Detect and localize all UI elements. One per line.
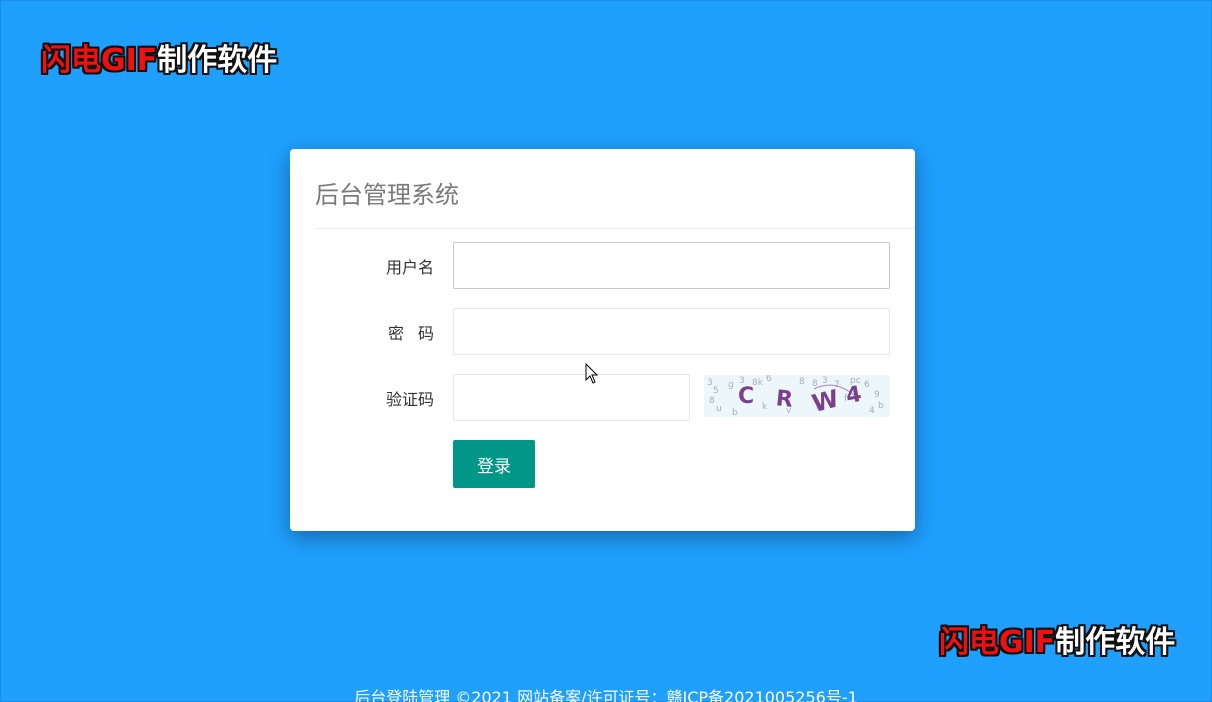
svg-text:k: k (762, 402, 768, 412)
watermark-top: 闪电GIF制作软件 (41, 46, 277, 76)
footer-copyright: 后台登陆管理 ©2021 网站备案/许可证号：赣ICP备2021005256号-… (354, 688, 858, 702)
mouse-cursor-icon (585, 362, 599, 389)
svg-text:R: R (775, 386, 795, 413)
svg-text:9: 9 (874, 390, 880, 400)
svg-text:3: 3 (822, 376, 828, 386)
username-label: 用户名 (385, 258, 434, 277)
captcha-label: 验证码 (385, 390, 434, 409)
svg-text:8: 8 (799, 377, 805, 387)
svg-text:4: 4 (869, 406, 875, 416)
login-card: 后台管理系统 用户名 密码 验证码 358 ug3 8k 6 b 883 7 pc 6 … (290, 149, 915, 531)
watermark-white-text: 制作软件 (1055, 625, 1176, 660)
captcha-svg: 358 ug 3 8k 6b 883 7 pc 6 9b4 ¥gv kf C R W 4 (704, 375, 890, 417)
svg-text:b: b (732, 408, 738, 417)
card-title: 后台管理系统 (315, 181, 459, 209)
svg-text:6: 6 (766, 375, 772, 384)
svg-text:C: C (738, 384, 754, 409)
svg-text:u: u (716, 404, 722, 414)
svg-text:g: g (728, 380, 734, 390)
svg-text:3: 3 (707, 378, 713, 388)
watermark-white-text: 制作软件 (157, 43, 278, 78)
captcha-input[interactable] (453, 374, 690, 421)
username-input[interactable] (453, 242, 890, 289)
password-label: 密码 (387, 324, 448, 343)
watermark-red-text: 闪电GIF (939, 625, 1056, 660)
svg-text:b: b (878, 401, 884, 411)
svg-text:6: 6 (864, 380, 870, 390)
captcha-image[interactable]: 358 ug3 8k 6 b 883 7 pc 6 9b4 ¥ g v kf C R W 4 (704, 375, 890, 417)
svg-text:8: 8 (709, 396, 715, 406)
watermark-red-text: 闪电GIF (41, 43, 158, 78)
login-button[interactable]: 登录 (453, 440, 535, 488)
password-input[interactable] (453, 308, 890, 355)
card-divider (315, 228, 915, 229)
svg-text:5: 5 (713, 386, 719, 396)
watermark-bottom: 闪电GIF制作软件 (939, 628, 1175, 658)
